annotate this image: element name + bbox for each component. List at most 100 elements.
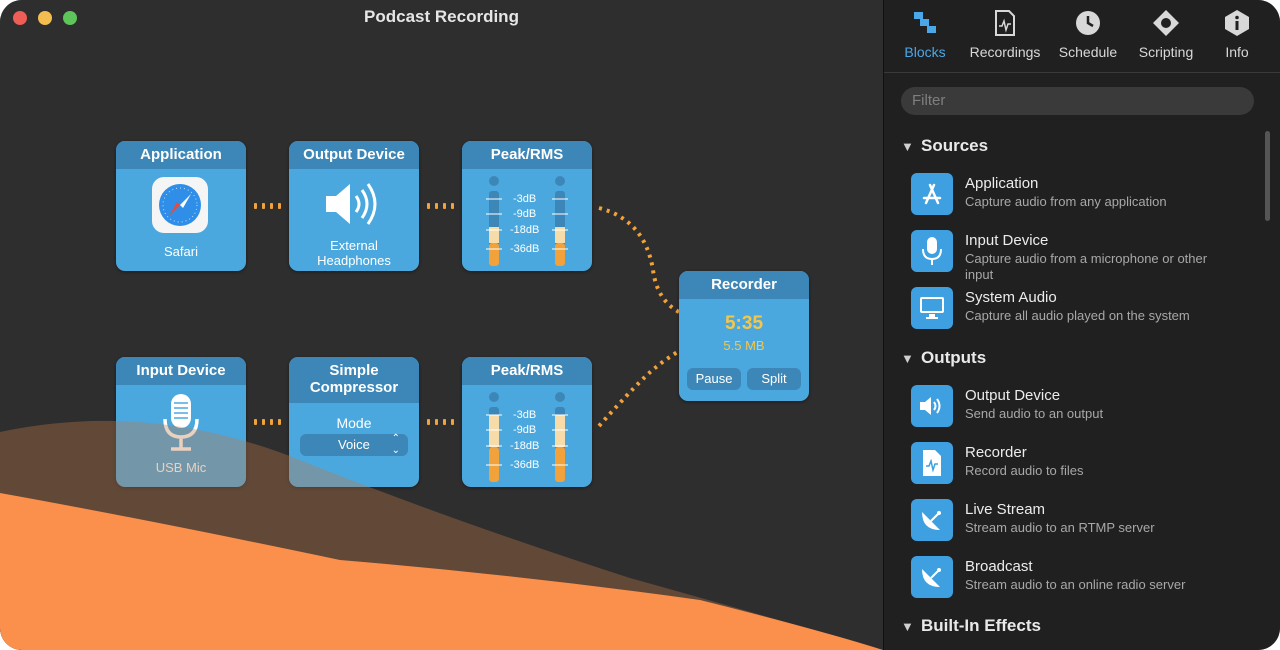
pause-button[interactable]: Pause <box>687 368 741 390</box>
tab-scripting[interactable]: Scripting <box>1134 8 1198 60</box>
library-item-application[interactable]: Application Capture audio from any appli… <box>911 173 1251 217</box>
microphone-icon <box>159 393 203 458</box>
recorder-block-title: Recorder <box>679 271 809 299</box>
app-store-icon <box>911 173 953 215</box>
chevron-down-icon: ▼ <box>901 351 914 366</box>
library-item-name: Live Stream <box>965 501 1046 518</box>
library-item-desc: Stream audio to an online radio server <box>965 577 1186 592</box>
section-effects-label: Built-In Effects <box>921 616 1041 635</box>
library-item-desc: Capture audio from any application <box>965 194 1167 209</box>
blocks-canvas[interactable]: Podcast Recording Application Safari Out… <box>0 0 883 650</box>
meter-label: -3dB <box>513 409 537 421</box>
monitor-icon <box>911 287 953 329</box>
input-device-block-title: Input Device <box>116 357 246 385</box>
library-item-name: Output Device <box>965 387 1061 404</box>
split-button[interactable]: Split <box>747 368 801 390</box>
connector <box>254 419 281 425</box>
library-item-desc: Stream audio to an RTMP server <box>965 520 1155 535</box>
output-device-block[interactable]: Output Device External Headphones <box>289 141 419 271</box>
tab-blocks[interactable]: Blocks <box>898 8 952 60</box>
peak-rms-block-title: Peak/RMS <box>462 357 592 385</box>
recorder-block[interactable]: Recorder 5:35 5.5 MB Pause Split <box>679 271 809 401</box>
window-title: Podcast Recording <box>364 7 519 26</box>
tab-schedule[interactable]: Schedule <box>1056 8 1120 60</box>
safari-icon <box>152 177 208 233</box>
output-device-name-line1: External <box>330 238 378 253</box>
compressor-title-line1: Simple <box>329 362 379 379</box>
application-block-title: Application <box>116 141 246 169</box>
library-item-desc: Capture all audio played on the system <box>965 308 1190 323</box>
connector-curves <box>597 206 682 428</box>
tab-info-label: Info <box>1225 44 1249 60</box>
section-outputs[interactable]: ▼ Outputs <box>901 348 986 368</box>
peak-rms-block[interactable]: Peak/RMS -3dB -9dB -18dB -36dB <box>462 357 592 487</box>
filter-input[interactable]: Filter <box>901 87 1254 115</box>
library-sidebar: Blocks Recordings Schedule Scripting Inf… <box>883 0 1280 650</box>
tab-blocks-label: Blocks <box>904 44 946 60</box>
input-device-block[interactable]: Input Device USB Mic <box>116 357 246 487</box>
library-item-name: Application <box>965 175 1039 192</box>
library-item-output-device[interactable]: Output Device Send audio to an output <box>911 385 1251 429</box>
tab-info[interactable]: Info <box>1214 8 1260 60</box>
info-icon <box>1222 8 1252 38</box>
chevron-down-icon: ▼ <box>901 619 914 634</box>
recording-time: 5:35 <box>724 313 764 334</box>
level-meter <box>486 176 568 266</box>
blocks-icon <box>910 8 940 38</box>
section-sources[interactable]: ▼ Sources <box>901 136 988 156</box>
library-item-live-stream[interactable]: Live Stream Stream audio to an RTMP serv… <box>911 499 1251 543</box>
compressor-block-header: Simple Compressor <box>289 357 419 403</box>
meter-label: -36dB <box>510 459 540 471</box>
updown-chevron-icon: ⌃ ⌄ <box>391 433 400 456</box>
library-item-system-audio[interactable]: System Audio Capture all audio played on… <box>911 287 1251 331</box>
speaker-icon <box>324 179 384 234</box>
mode-label: Mode <box>336 415 372 431</box>
section-built-in-effects[interactable]: ▼ Built-In Effects <box>901 616 1041 636</box>
meter-label: -9dB <box>513 208 537 220</box>
tab-schedule-label: Schedule <box>1058 44 1118 60</box>
sidebar-scrollbar[interactable] <box>1265 131 1270 221</box>
output-device-block-title: Output Device <box>289 141 419 169</box>
connector <box>254 203 281 209</box>
meter-label: -18dB <box>510 224 540 236</box>
section-sources-label: Sources <box>921 136 989 155</box>
library-item-name: System Audio <box>965 289 1057 306</box>
recording-size: 5.5 MB <box>723 338 765 353</box>
app-window: Podcast Recording Application Safari Out… <box>0 0 1280 650</box>
sidebar-toolbar: Blocks Recordings Schedule Scripting Inf… <box>884 0 1280 73</box>
library-item-broadcast[interactable]: Broadcast Stream audio to an online radi… <box>911 556 1251 600</box>
scripting-icon <box>1151 8 1181 38</box>
input-device-name: USB Mic <box>155 460 207 475</box>
library-item-recorder[interactable]: Recorder Record audio to files <box>911 442 1251 486</box>
peak-rms-block-title: Peak/RMS <box>462 141 592 169</box>
mode-select[interactable]: Voice ⌃ ⌄ <box>300 433 408 456</box>
compressor-block[interactable]: Simple Compressor Mode Voice ⌃ ⌄ <box>289 357 419 487</box>
library-item-input-device[interactable]: Input Device Capture audio from a microp… <box>911 230 1251 282</box>
library-item-name: Recorder <box>965 444 1027 461</box>
application-block-source: Safari <box>164 244 198 259</box>
tab-recordings-label: Recordings <box>969 44 1041 60</box>
audio-file-icon <box>911 442 953 484</box>
section-outputs-label: Outputs <box>921 348 987 367</box>
microphone-icon <box>911 230 953 272</box>
tab-scripting-label: Scripting <box>1138 44 1194 60</box>
meter-label: -9dB <box>513 424 537 436</box>
peak-rms-block[interactable]: Peak/RMS -3dB -9dB -18dB -36dB <box>462 141 592 271</box>
chevron-down-icon: ▼ <box>901 139 914 154</box>
library-item-name: Broadcast <box>965 558 1033 575</box>
tab-recordings[interactable]: Recordings <box>966 8 1044 60</box>
connector <box>427 419 454 425</box>
library-item-desc: Capture audio from a microphone or other… <box>965 251 1208 282</box>
title-bar: Podcast Recording <box>0 0 883 36</box>
mode-select-value: Voice <box>338 437 370 452</box>
clock-icon <box>1073 8 1103 38</box>
satellite-dish-icon <box>911 556 953 598</box>
application-block[interactable]: Application Safari <box>116 141 246 271</box>
meter-label: -3dB <box>513 193 537 205</box>
meter-label: -18dB <box>510 440 540 452</box>
output-device-name-line2: Headphones <box>317 253 391 268</box>
library-item-desc: Send audio to an output <box>965 406 1104 421</box>
connector <box>427 203 454 209</box>
level-meter <box>486 392 568 482</box>
library-item-desc: Record audio to files <box>965 463 1084 478</box>
